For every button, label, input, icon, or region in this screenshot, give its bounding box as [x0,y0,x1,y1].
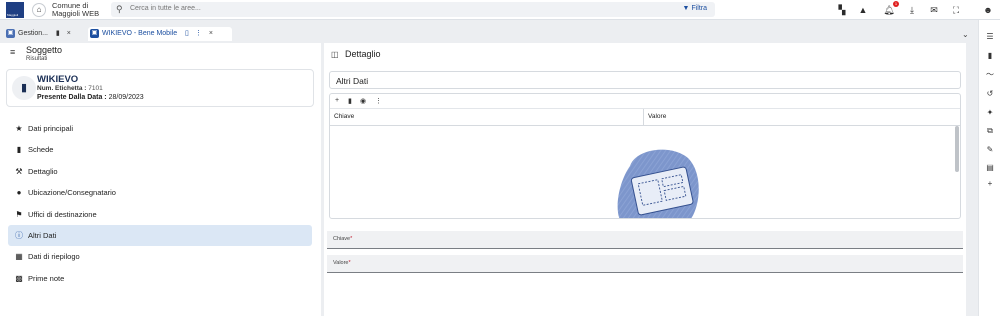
fullscreen-icon[interactable]: ⛶ [950,4,962,16]
required-marker: * [350,236,353,242]
valore-field-label: Valore [333,260,349,266]
magic-wand-icon: ⚒ [15,166,23,176]
tabs-bar: ▣ Gestion... ▮ × ▣ WIKIEVO - Bene Mobile ▯… [0,27,975,41]
file-icon: ▮ [16,145,22,155]
panel-subtitle: Risultati [26,56,48,62]
delete-icon[interactable]: ▮ [348,97,352,105]
nav-item-prime-note[interactable]: ▩ Prime note [8,268,312,289]
empty-state-illustration [617,149,699,218]
nav-item-dati-principali[interactable]: ★ Dati principali [8,118,312,139]
close-icon[interactable]: × [67,30,71,37]
copy-icon[interactable]: ⧉ [984,125,996,137]
app-logo[interactable]: Maggioli [6,2,24,18]
data-grid: + ▮ ◉ ⋮ Chiave Valore [329,93,961,219]
filter-icon: ▼ [682,5,690,12]
section-title: Altri Dati [336,76,369,86]
column-header-valore[interactable]: Valore [648,113,666,120]
global-search-input[interactable]: ⚲ Cerca in tutte le aree... ▼ Filtra [111,2,715,17]
star-icon: ★ [15,124,23,133]
download-icon[interactable]: ⤓ [906,4,918,16]
record-name: WIKIEVO [37,74,79,85]
close-icon[interactable]: × [209,30,213,37]
more-vertical-icon[interactable]: ⋮ [375,97,382,105]
right-toolbar: ☰ ▮ 〜 ↺ ✦ ⧉ ✎ ▤ + [978,20,1000,316]
app-icon: ▣ [90,28,99,38]
nav-item-dati-riepilogo[interactable]: ▦ Dati di riepilogo [8,246,312,267]
search-placeholder: Cerca in tutte le aree... [130,5,201,12]
list-settings-icon[interactable]: ☰ [984,31,996,43]
app-title: Comune di Maggioli WEB [52,1,100,18]
chiave-field-label: Chiave [333,236,351,242]
edit-document-icon[interactable]: ✎ [984,144,996,156]
top-bar: Maggioli ⌂ Comune di Maggioli WEB ⚲ Cerc… [0,0,1000,20]
nav-item-uffici[interactable]: ⚑ Uffici di destinazione [8,204,312,225]
detail-panel: ◫ Dettaglio Altri Dati + ▮ ◉ ⋮ Chiave Va… [324,43,966,316]
document-icon[interactable]: ▤ [984,162,996,174]
history-icon[interactable]: ↺ [984,88,996,100]
detail-title: Dettaglio [345,49,381,59]
file-icon: ▮ [12,76,36,100]
warning-icon[interactable]: ▲ [857,4,869,16]
grid-scrollbar[interactable] [955,126,959,172]
building-icon: ⌂ [36,5,42,14]
more-vertical-icon[interactable]: ⋮ [195,30,202,37]
nav-item-altri-dati[interactable]: ⓘ Altri Dati [8,224,312,247]
section-nav: ★ Dati principali ▮ Schede ⚒ Dettaglio ● Ubi… [8,118,312,289]
column-header-chiave[interactable]: Chiave [334,113,354,120]
nav-item-dettaglio[interactable]: ⚒ Dettaglio [8,161,312,182]
calculator-icon: ▦ [15,252,23,262]
home-button[interactable]: ⌂ [32,3,46,17]
left-panel: ≡ Soggetto Risultati ▮ WIKIEVO Num. Etic… [0,43,321,316]
menu-icon[interactable]: ≡ [10,47,15,57]
grid-toolbar: + ▮ ◉ ⋮ [330,94,960,109]
record-present-since: Presente Dalla Data : 28/09/2023 [37,94,144,101]
chevron-down-icon[interactable]: ⌄ [962,30,969,39]
person-icon: ● [16,188,22,198]
bookmark-outline-icon[interactable]: ▯ [185,30,189,37]
trend-icon[interactable]: 〜 [984,69,996,81]
tab-wikievo[interactable]: ▣ WIKIEVO - Bene Mobile ▯ ⋮ × [88,27,232,41]
valore-field[interactable]: Valore* [327,255,963,273]
user-icon[interactable]: ☻ [982,4,994,16]
panel-title: Soggetto [26,45,63,55]
grid-header: Chiave Valore [330,109,960,126]
pin-icon[interactable]: ✦ [984,107,996,119]
nav-item-ubicazione[interactable]: ● Ubicazione/Consegnatario [8,182,312,203]
panel-icon: ◫ [331,50,339,59]
section-title-box: Altri Dati [329,71,961,89]
table-icon: ▩ [15,273,23,283]
search-icon: ⚲ [116,4,123,14]
book-icon[interactable]: ▮ [984,50,996,62]
add-icon[interactable]: + [984,178,996,190]
record-card: ▮ WIKIEVO Num. Etichetta : 7101 Presente… [6,69,314,107]
notification-badge: 1 [893,1,899,7]
filter-button[interactable]: ▼ Filtra [683,5,707,12]
dashboard-icon[interactable]: ▚ [836,4,848,16]
info-icon: ⓘ [15,230,23,240]
app-icon: ▣ [6,28,15,38]
column-divider [643,109,644,126]
bookmark-icon[interactable]: ▮ [56,30,60,37]
record-label-number: Num. Etichetta : 7101 [37,85,103,92]
chiave-field[interactable]: Chiave* [327,231,963,249]
location-pin-icon: ⚑ [15,209,23,219]
required-marker: * [348,260,351,266]
mail-icon[interactable]: ✉ [928,4,940,16]
add-icon[interactable]: + [335,97,339,104]
nav-item-schede[interactable]: ▮ Schede [8,139,312,160]
tab-gestione[interactable]: ▣ Gestion... ▮ × [6,27,86,41]
eye-icon[interactable]: ◉ [360,97,366,105]
